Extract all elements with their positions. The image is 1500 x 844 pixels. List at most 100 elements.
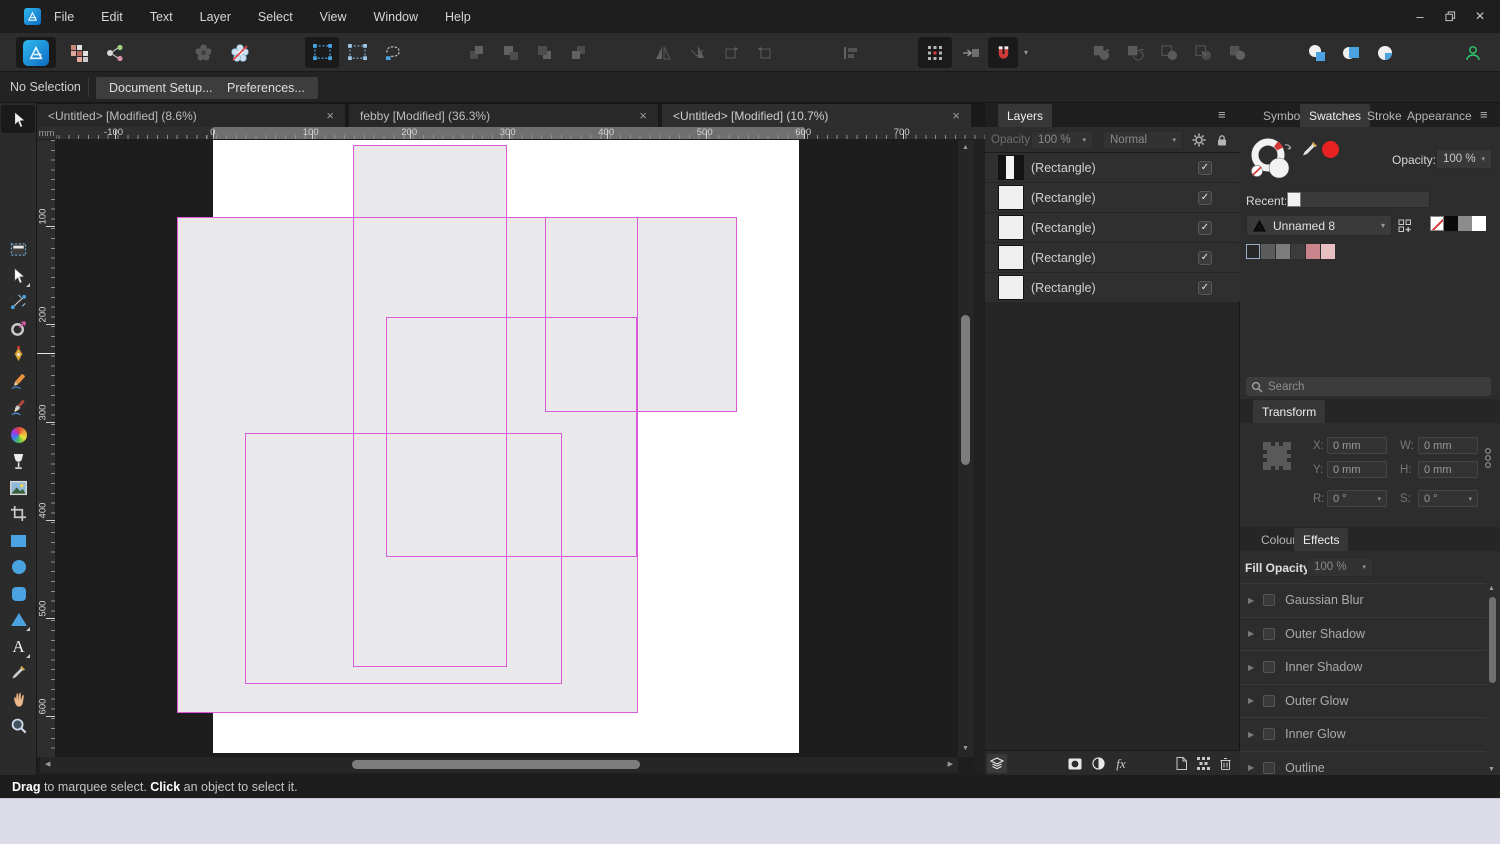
move-forward-button[interactable] xyxy=(494,37,527,68)
layer-opacity-dropdown[interactable]: 100 % ▾ xyxy=(1031,131,1093,149)
canvas-rectangle-outline[interactable] xyxy=(245,433,562,684)
palette-swatch[interactable] xyxy=(1276,244,1290,259)
effect-checkbox[interactable] xyxy=(1263,761,1276,774)
account-button[interactable] xyxy=(1456,37,1490,68)
layer-row[interactable]: (Rectangle) ✓ xyxy=(985,273,1240,302)
effect-checkbox[interactable] xyxy=(1263,661,1276,674)
layer-visibility-checkbox[interactable]: ✓ xyxy=(1198,220,1212,235)
boolean-add-button[interactable]: + xyxy=(1084,37,1118,68)
swatch-white[interactable] xyxy=(1472,216,1486,231)
effects-scroll-thumb[interactable] xyxy=(1488,597,1496,683)
palette-swatch[interactable] xyxy=(1291,244,1305,259)
rectangle-tool[interactable] xyxy=(6,528,31,553)
tab-layers[interactable]: Layers xyxy=(998,104,1053,127)
expander-icon[interactable]: ▶ xyxy=(1248,663,1254,672)
menu-view[interactable]: View xyxy=(316,10,351,24)
triangle-tool[interactable] xyxy=(6,607,31,632)
layer-visibility-checkbox[interactable]: ✓ xyxy=(1198,280,1212,295)
node-tool[interactable] xyxy=(6,263,31,288)
export-persona-button[interactable] xyxy=(100,37,130,68)
effect-checkbox[interactable] xyxy=(1263,728,1276,741)
x-field[interactable]: 0 mm xyxy=(1327,437,1387,454)
close-tab-icon[interactable]: × xyxy=(326,108,334,123)
move-to-front-button[interactable] xyxy=(460,37,493,68)
fill-opacity-dropdown[interactable]: 100 % ▾ xyxy=(1307,557,1373,577)
layers-stack-icon[interactable] xyxy=(987,754,1007,773)
layer-effects-fx-icon[interactable]: fx xyxy=(1111,754,1131,773)
move-to-back-button[interactable] xyxy=(562,37,595,68)
new-layer-icon[interactable] xyxy=(1171,754,1191,773)
alignment-button[interactable] xyxy=(834,37,868,68)
adjustment-icon[interactable] xyxy=(1088,754,1108,773)
layer-visibility-checkbox[interactable]: ✓ xyxy=(1198,190,1212,205)
swatch-none[interactable] xyxy=(1430,216,1444,231)
add-palette-icon[interactable] xyxy=(1396,217,1414,235)
rounded-rectangle-tool[interactable] xyxy=(6,581,31,606)
rotation-field[interactable]: 0 ° ▾ xyxy=(1327,490,1387,507)
swatch-opacity-dropdown[interactable]: 100 % ▾ xyxy=(1436,149,1492,169)
layer-row[interactable]: (Rectangle) ✓ xyxy=(985,153,1240,182)
ruler-unit-label[interactable]: mm xyxy=(37,127,56,140)
paint-brush-tool[interactable] xyxy=(6,422,31,447)
canvas-viewport[interactable] xyxy=(56,140,958,757)
horizontal-scroll-thumb[interactable] xyxy=(352,760,640,769)
snapping-options-caret[interactable]: ▾ xyxy=(1019,37,1033,68)
tab-transform[interactable]: Transform xyxy=(1253,400,1326,423)
move-by-whole-pixels-button[interactable] xyxy=(956,37,986,68)
pixel-persona-button[interactable] xyxy=(64,37,94,68)
document-tab[interactable]: febby [Modified] (36.3%) × xyxy=(349,104,658,127)
vector-brush-tool[interactable] xyxy=(6,395,31,420)
tab-appearance[interactable]: Appearance xyxy=(1398,104,1481,127)
pattern-layer-icon[interactable] xyxy=(1193,754,1213,773)
scroll-down-arrow[interactable]: ▼ xyxy=(962,741,969,757)
document-tab-active[interactable]: <Untitled> [Modified] (10.7%) × xyxy=(662,104,971,127)
panel-menu-icon[interactable]: ≡ xyxy=(1218,107,1226,122)
ellipse-tool[interactable] xyxy=(6,554,31,579)
artboard-tool[interactable] xyxy=(6,236,31,261)
contour-tool[interactable] xyxy=(6,316,31,341)
horizontal-ruler[interactable]: -1000100200300400500600700 xyxy=(56,127,985,140)
lock-icon[interactable] xyxy=(1213,131,1231,149)
insert-inside-button[interactable] xyxy=(1368,37,1402,68)
insert-behind-button[interactable] xyxy=(1300,37,1334,68)
layer-thumbnail[interactable] xyxy=(998,215,1024,240)
close-tab-icon[interactable]: × xyxy=(952,108,960,123)
pencil-tool[interactable] xyxy=(6,369,31,394)
panel-splitter[interactable] xyxy=(974,140,985,773)
scroll-right-arrow[interactable]: ▶ xyxy=(948,757,953,773)
scroll-left-arrow[interactable]: ◀ xyxy=(45,757,50,773)
effect-checkbox[interactable] xyxy=(1263,627,1276,640)
panel-menu-icon[interactable]: ≡ xyxy=(1480,107,1488,122)
layer-name[interactable]: (Rectangle) xyxy=(1031,161,1096,175)
document-tab[interactable]: <Untitled> [Modified] (8.6%) × xyxy=(37,104,345,127)
flip-horizontal-button[interactable] xyxy=(646,37,679,68)
move-tool[interactable] xyxy=(6,107,31,132)
expander-icon[interactable]: ▶ xyxy=(1248,596,1254,605)
vector-crop-tool[interactable] xyxy=(6,501,31,526)
gear-icon[interactable] xyxy=(1190,131,1208,149)
layer-thumbnail[interactable] xyxy=(998,245,1024,270)
boolean-divide-button[interactable] xyxy=(1186,37,1220,68)
effect-row-inner-glow[interactable]: ▶ Inner Glow xyxy=(1240,717,1486,751)
expander-icon[interactable]: ▶ xyxy=(1248,696,1254,705)
link-dimensions-icon[interactable] xyxy=(1484,445,1492,471)
layer-visibility-checkbox[interactable]: ✓ xyxy=(1198,160,1212,175)
picked-colour-swatch[interactable] xyxy=(1322,141,1339,158)
colour-picker-tool[interactable] xyxy=(6,660,31,685)
expander-icon[interactable]: ▶ xyxy=(1248,629,1254,638)
insert-on-top-button[interactable] xyxy=(1334,37,1368,68)
expander-icon[interactable]: ▶ xyxy=(1248,730,1254,739)
effect-row-gaussian-blur[interactable]: ▶ Gaussian Blur xyxy=(1240,583,1486,617)
preferences-button[interactable]: Preferences... xyxy=(214,77,318,99)
y-field[interactable]: 0 mm xyxy=(1327,461,1387,478)
rotate-cw-button[interactable] xyxy=(748,37,781,68)
menu-help[interactable]: Help xyxy=(441,10,475,24)
palette-dropdown[interactable]: Unnamed 8 ▾ xyxy=(1246,215,1392,236)
snap-grid-button[interactable] xyxy=(918,37,952,68)
layer-thumbnail[interactable] xyxy=(998,185,1024,210)
rotate-ccw-button[interactable] xyxy=(714,37,747,68)
search-box[interactable] xyxy=(1246,377,1491,396)
search-input[interactable] xyxy=(1268,380,1468,393)
swatch-black[interactable] xyxy=(1444,216,1458,231)
scroll-down-arrow[interactable]: ▼ xyxy=(1488,766,1495,773)
